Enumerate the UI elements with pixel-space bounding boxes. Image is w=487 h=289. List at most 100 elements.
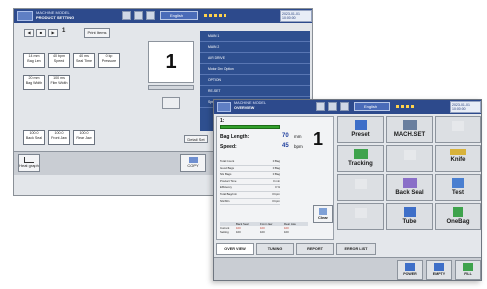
counter: 1 xyxy=(62,28,66,34)
temp-tile[interactable]: 100.0 Rear Jaw xyxy=(73,130,95,145)
preset-button[interactable]: Preset xyxy=(337,116,384,143)
table-cell[interactable]: 100 xyxy=(260,230,284,234)
param-label: Bag Len xyxy=(27,59,41,63)
fill-label: FILL xyxy=(464,272,472,276)
clock-time: 10:00:00 xyxy=(452,107,466,111)
disabled-tile xyxy=(386,145,433,172)
temp-tile[interactable]: 100.0 Back Seal xyxy=(23,130,45,145)
stat-row: NG/Min 0 bpm xyxy=(220,199,280,206)
tab-tuning[interactable]: TUNING xyxy=(256,243,294,255)
empty-icon xyxy=(434,263,444,271)
param-tile[interactable]: 20 mm Bag Width xyxy=(23,75,45,90)
param-tile[interactable]: 100 ms Film Width xyxy=(48,75,70,90)
menu-item[interactable]: AIR DRIVE xyxy=(200,53,310,64)
temp-tile[interactable]: 100.0 Front Jaw xyxy=(48,130,70,145)
clear-label: Clear xyxy=(317,215,328,220)
disabled-icon xyxy=(354,179,367,189)
tile-label: Back Seal xyxy=(395,190,424,196)
clear-button[interactable]: Clear xyxy=(313,205,333,223)
tile-label: Tube xyxy=(402,219,417,225)
monitor-icon[interactable] xyxy=(134,11,143,20)
stat-value: 0 min xyxy=(273,178,280,183)
overview-screen: MACHINE MODEL OVERVIEW English 2023-01-0… xyxy=(213,99,482,281)
next-button[interactable]: ▶ xyxy=(48,29,58,37)
table-cell[interactable]: 100 xyxy=(236,230,260,234)
back-seal-button[interactable]: Back Seal xyxy=(386,174,433,201)
menu-item[interactable]: OPTION xyxy=(200,75,310,86)
product-number: 1 xyxy=(165,51,177,73)
app-logo-icon xyxy=(217,102,231,112)
test-button[interactable]: Test xyxy=(435,174,481,201)
bag-length-unit: mm xyxy=(294,134,302,139)
menu-item[interactable]: RE-SET xyxy=(200,86,310,97)
stats-list: Total Count 0 Bag Good Bags 0 Bag NG Bags 0… xyxy=(220,159,280,206)
stat-value: 0 bpm xyxy=(272,191,280,196)
speed-unit: bpm xyxy=(294,144,303,149)
onebag-button[interactable]: OneBag xyxy=(435,203,481,230)
param-tile[interactable]: 14 mm Bag Len xyxy=(23,53,45,68)
mach-set-icon xyxy=(402,120,417,130)
temp-label: Back Seal xyxy=(25,136,43,140)
speed-label: Speed: xyxy=(220,144,237,150)
power-icon xyxy=(405,263,415,271)
prev-button[interactable]: ◀ xyxy=(24,29,34,37)
param-tile[interactable]: 40 bpm Speed xyxy=(48,53,70,68)
clear-icon xyxy=(319,208,327,215)
stat-value: 0 Bag xyxy=(272,172,280,177)
language-selector[interactable]: English xyxy=(354,102,390,111)
stat-value: 0 Bag xyxy=(272,165,280,170)
tab-report[interactable]: REPORT xyxy=(296,243,334,255)
param-tile[interactable]: 40 ms Seal Time xyxy=(73,53,95,68)
detail-set-button[interactable]: Detail Set xyxy=(184,135,208,143)
home-button[interactable]: ■ xyxy=(36,29,46,37)
power-button[interactable]: POWER xyxy=(397,260,423,280)
tab-overview[interactable]: OVER VIEW xyxy=(216,243,254,255)
temp-label: Front Jaw xyxy=(51,136,67,140)
menu-item[interactable]: MAIN 1 xyxy=(200,31,310,42)
mach-set-button[interactable]: MACH.SET xyxy=(386,116,433,143)
onebag-icon xyxy=(453,207,463,217)
tab-error-list[interactable]: ERROR LIST xyxy=(336,243,376,255)
monitor-icon[interactable] xyxy=(328,102,337,111)
test-icon xyxy=(452,178,464,188)
stat-label: Product Time xyxy=(220,178,237,183)
param-tile[interactable]: 0 kp Pressure xyxy=(98,53,120,68)
param-label: Seal Time xyxy=(76,59,92,63)
table-cell[interactable]: 100 xyxy=(284,230,308,234)
stat-label: Total Count xyxy=(220,159,235,163)
title-bar: MACHINE MODEL OVERVIEW English 2023-01-0… xyxy=(214,100,481,114)
product-number-label: 1: xyxy=(220,118,225,124)
copy-button[interactable]: COPY xyxy=(180,154,206,172)
tube-button[interactable]: Tube xyxy=(386,203,433,230)
knife-button[interactable]: Knife xyxy=(435,145,481,172)
param-label: Speed xyxy=(53,59,65,63)
tracking-button[interactable]: Tracking xyxy=(337,145,384,172)
heat-graph-button[interactable]: Heat graph xyxy=(18,154,40,172)
settings-icon[interactable] xyxy=(146,11,155,20)
stat-value: 0 % xyxy=(275,185,280,190)
tile-label: Tracking xyxy=(348,161,373,167)
bag-length-value: 70 xyxy=(282,133,289,139)
settings-icon[interactable] xyxy=(340,102,349,111)
camera-icon[interactable] xyxy=(162,97,180,109)
fill-button[interactable]: FILL xyxy=(455,260,481,280)
clock-time: 10:00:00 xyxy=(282,16,296,20)
stat-label: NG Bags xyxy=(220,172,232,177)
empty-button[interactable]: EMPTY xyxy=(426,260,452,280)
back-seal-icon xyxy=(402,178,417,188)
param-label: Pressure xyxy=(101,59,117,63)
menu-item[interactable]: MAIN 2 xyxy=(200,42,310,53)
stat-label: Total Bag/min xyxy=(220,191,237,196)
copy-label: COPY xyxy=(187,163,199,168)
row-label: Setting xyxy=(220,230,229,234)
print-items-button[interactable]: Print Items xyxy=(84,28,110,38)
temperature-table: Back Seal Front Jaw Rear Jaw Current 100… xyxy=(220,222,308,234)
temp-label: Rear Jaw xyxy=(76,136,92,140)
save-icon[interactable] xyxy=(316,102,325,111)
language-selector[interactable]: English xyxy=(160,11,198,20)
menu-item[interactable]: Motor Drv Option xyxy=(200,64,310,75)
save-icon[interactable] xyxy=(122,11,131,20)
overview-panel: 1: Bag Length: 70 mm Speed: 45 bpm 1 Tot… xyxy=(216,116,334,240)
status-dots xyxy=(396,105,416,108)
window-subtitle: PRODUCT SETTING xyxy=(36,15,75,20)
